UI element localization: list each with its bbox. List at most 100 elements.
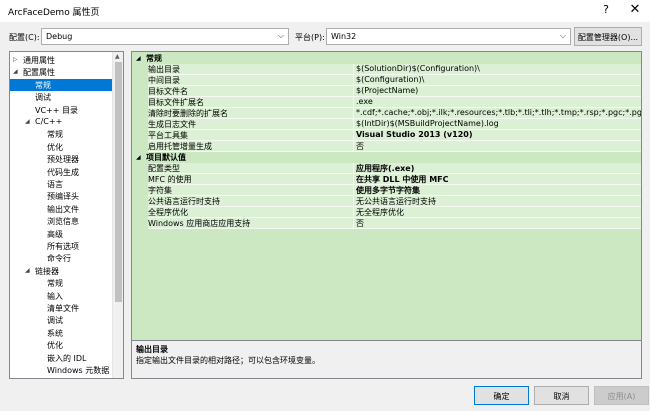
property-name: 平台工具集 xyxy=(148,130,353,141)
tree-item[interactable]: ◢ 链接器 xyxy=(10,265,113,277)
row-gutter xyxy=(132,218,148,229)
property-row[interactable]: MFC 的使用 在共享 DLL 中使用 MFC xyxy=(132,174,641,185)
close-icon[interactable]: ✕ xyxy=(627,2,643,17)
tree-item[interactable]: 输出文件 xyxy=(10,203,113,215)
grid-section-header[interactable]: ◢ 常规 xyxy=(132,53,641,64)
tree-item-label: 输出文件 xyxy=(47,204,79,214)
property-value[interactable]: 否 xyxy=(353,218,641,229)
collapse-icon[interactable]: ◢ xyxy=(136,154,141,161)
property-value[interactable]: 应用程序(.exe) xyxy=(353,163,641,174)
platform-dropdown[interactable]: Win32 ⌵ xyxy=(326,28,571,45)
scroll-up-icon[interactable]: ▲ xyxy=(115,53,120,60)
property-value[interactable]: $(Configuration)\ xyxy=(353,75,641,86)
tree-item[interactable]: 常规 xyxy=(10,128,113,140)
tree-item[interactable]: 调试 xyxy=(10,314,113,326)
config-label: 配置(C): xyxy=(9,33,40,42)
cancel-button[interactable]: 取消 xyxy=(534,386,589,405)
property-row[interactable]: 全程序优化 无全程序优化 xyxy=(132,207,641,218)
tree-item[interactable]: ◢ 配置属性 xyxy=(10,66,113,78)
tree-item-label: 优化 xyxy=(47,142,63,152)
property-value[interactable]: 使用多字节字符集 xyxy=(353,185,641,196)
property-row[interactable]: 中间目录 $(Configuration)\ xyxy=(132,75,641,86)
help-icon[interactable]: ? xyxy=(599,3,613,16)
tree-item[interactable]: 输入 xyxy=(10,290,113,302)
tree-scrollbar[interactable]: ▲ xyxy=(112,52,123,378)
ok-button[interactable]: 确定 xyxy=(474,386,529,405)
collapse-icon[interactable]: ◢ xyxy=(136,55,141,62)
property-row[interactable]: 生成日志文件 $(IntDir)$(MSBuildProjectName).log xyxy=(132,119,641,130)
config-dropdown[interactable]: Debug ⌵ xyxy=(41,28,289,45)
tree-item[interactable]: 预编译头 xyxy=(10,190,113,202)
tree-item[interactable]: ▷ 通用属性 xyxy=(10,54,113,66)
property-value[interactable]: 否 xyxy=(353,141,641,152)
property-value[interactable]: $(SolutionDir)$(Configuration)\ xyxy=(353,64,641,75)
tree-item-label: 清单文件 xyxy=(47,304,79,313)
tree-item[interactable]: 高级 xyxy=(10,228,113,240)
property-row[interactable]: 启用托管增量生成否 xyxy=(132,141,641,152)
tree-item-label: 代码生成 xyxy=(47,167,79,177)
property-name: 目标文件扩展名 xyxy=(148,97,353,108)
tree-item-label: 通用属性 xyxy=(23,56,55,65)
property-name: 启用托管增量生成 xyxy=(148,141,353,152)
property-row[interactable]: 公共语言运行时支持 无公共语言运行时支持 xyxy=(132,196,641,207)
expand-icon[interactable]: ▷ xyxy=(13,56,18,63)
tree-item[interactable]: VC++ 目录 xyxy=(10,104,113,116)
tree-item-label: 预处理器 xyxy=(47,155,79,165)
collapse-icon[interactable]: ◢ xyxy=(13,68,18,75)
tree-item[interactable]: 常规 xyxy=(10,78,113,91)
tree-item[interactable]: 语言 xyxy=(10,178,113,190)
property-row[interactable]: 目标文件名 $(ProjectName) xyxy=(132,86,641,97)
chevron-down-icon: ⌵ xyxy=(277,31,284,40)
tree-item[interactable]: 嵌入的 IDL xyxy=(10,352,113,364)
collapse-icon[interactable]: ◢ xyxy=(25,118,30,125)
tree-item[interactable]: 命令行 xyxy=(10,252,113,264)
property-row[interactable]: 目标文件扩展名 .exe xyxy=(132,97,641,108)
config-manager-button[interactable]: 配置管理器(O)... xyxy=(574,27,642,46)
property-grid: ◢ 常规 输出目录 $(SolutionDir)$(Configuration)\ 中间… xyxy=(131,51,642,341)
window-title: ArcFaceDemo 属性页 xyxy=(8,8,100,18)
property-value[interactable]: Visual Studio 2013 (v120) xyxy=(353,130,641,141)
tree-item[interactable]: 优化 xyxy=(10,141,113,153)
scrollbar-thumb[interactable] xyxy=(115,62,122,302)
property-value[interactable]: $(IntDir)$(MSBuildProjectName).log xyxy=(353,119,641,130)
apply-button[interactable]: 应用(A) xyxy=(594,386,649,405)
tree-item-label: 常规 xyxy=(47,279,63,289)
property-tree[interactable]: ▷ 通用属性 ◢ 配置属性 常规 调试 VC++ 目录 ◢ C/C++ 常规 优化 预处理器 代码生成语… xyxy=(9,51,124,379)
grid-section-header[interactable]: ◢ 项目默认值 xyxy=(132,152,641,163)
property-value[interactable]: 无全程序优化 xyxy=(353,207,641,218)
title-bar: ArcFaceDemo 属性页 ? ✕ xyxy=(0,0,650,22)
row-gutter xyxy=(132,207,148,218)
tree-item[interactable]: 优化 xyxy=(10,339,113,351)
tree-item[interactable]: 代码生成 xyxy=(10,166,113,178)
property-row[interactable]: 清除时要删除的扩展名 *.cdf;*.cache;*.obj;*.ilk;*.re… xyxy=(132,108,641,119)
property-row[interactable]: 输出目录 $(SolutionDir)$(Configuration)\ xyxy=(132,64,641,75)
property-value[interactable]: $(ProjectName) xyxy=(353,86,641,97)
property-value[interactable]: 无公共语言运行时支持 xyxy=(353,196,641,207)
tree-item[interactable]: 清单文件 xyxy=(10,302,113,314)
tree-item[interactable]: 常规 xyxy=(10,277,113,289)
property-row[interactable]: 平台工具集 Visual Studio 2013 (v120) xyxy=(132,130,641,141)
property-name: MFC 的使用 xyxy=(148,174,353,185)
tree-item[interactable]: 浏览信息 xyxy=(10,215,113,227)
property-row[interactable]: 字符集 使用多字节字符集 xyxy=(132,185,641,196)
property-value[interactable]: .exe xyxy=(353,97,641,108)
tree-item[interactable]: 系统 xyxy=(10,327,113,339)
tree-item-label: 调试 xyxy=(47,316,63,326)
property-row[interactable]: 配置类型 应用程序(.exe) xyxy=(132,163,641,174)
tree-item[interactable]: 调试 xyxy=(10,91,113,103)
property-row[interactable]: Windows 应用商店应用支持否 xyxy=(132,218,641,229)
tree-item[interactable]: 所有选项 xyxy=(10,240,113,252)
row-gutter xyxy=(132,174,148,185)
row-gutter xyxy=(132,86,148,97)
tree-item-label: 常规 xyxy=(35,80,51,90)
collapse-icon[interactable]: ◢ xyxy=(25,267,30,274)
property-value[interactable]: 在共享 DLL 中使用 MFC xyxy=(353,174,641,185)
tree-item[interactable]: Windows 元数据 xyxy=(10,364,113,376)
tree-item-label: 所有选项 xyxy=(47,242,79,251)
property-value[interactable]: *.cdf;*.cache;*.obj;*.ilk;*.resources;*.… xyxy=(353,108,641,119)
tree-item[interactable]: ◢ C/C++ xyxy=(10,116,113,128)
tree-item-label: 语言 xyxy=(47,180,63,189)
property-name: 目标文件名 xyxy=(148,86,353,97)
tree-item[interactable]: 预处理器 xyxy=(10,153,113,165)
tree-item-label: 链接器 xyxy=(35,266,59,276)
